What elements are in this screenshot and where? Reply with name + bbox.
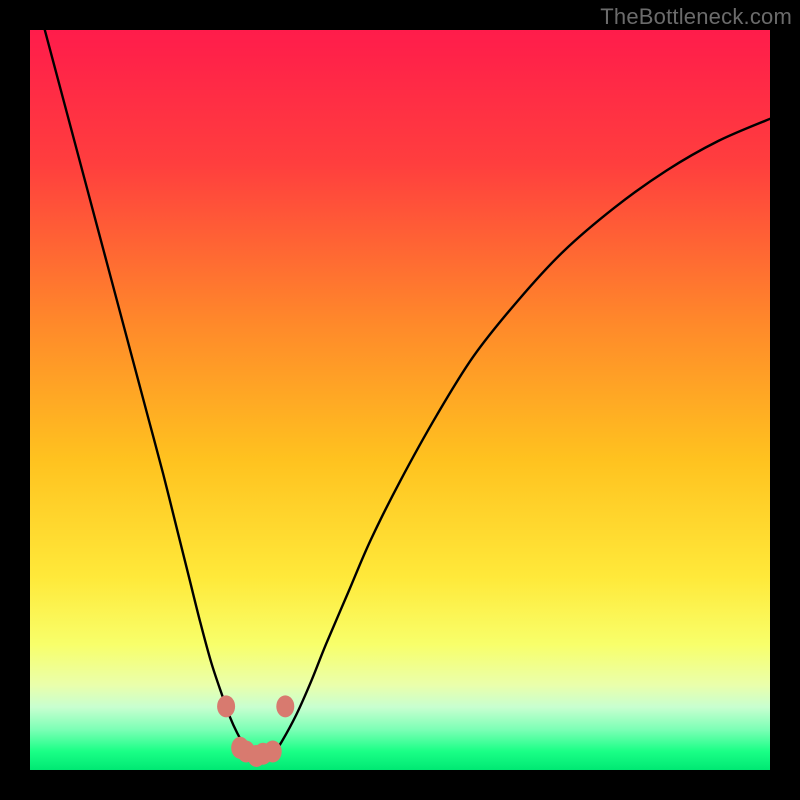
plot-area	[30, 30, 770, 770]
data-markers	[217, 695, 294, 767]
data-marker	[217, 695, 235, 717]
outer-frame: TheBottleneck.com	[0, 0, 800, 800]
data-marker	[276, 695, 294, 717]
data-marker	[264, 741, 282, 763]
bottleneck-curve	[45, 30, 770, 758]
watermark-text: TheBottleneck.com	[600, 4, 792, 30]
chart-layer	[30, 30, 770, 770]
